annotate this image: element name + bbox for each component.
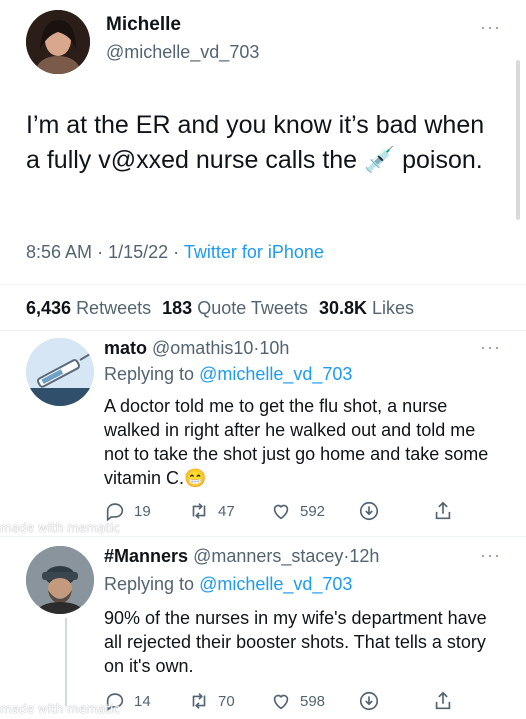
download-circle-icon [359, 501, 379, 521]
replying-prefix: Replying to [104, 574, 195, 594]
more-options-icon[interactable]: ··· [480, 18, 501, 36]
more-options-icon[interactable]: ··· [480, 338, 501, 356]
quotes-stat[interactable]: 183 Quote Tweets [162, 298, 313, 318]
replying-to-link[interactable]: @michelle_vd_703 [199, 364, 352, 384]
like-button[interactable]: 592 [270, 500, 325, 522]
download-button[interactable] [358, 690, 380, 712]
likes-label: Likes [372, 298, 415, 318]
reply-button[interactable]: 19 [104, 500, 151, 522]
tweet-text: I’m at the ER and you know it’s bad when… [26, 111, 485, 174]
reply-time[interactable]: 12h [349, 546, 379, 566]
retweet-icon [192, 693, 206, 709]
reply-count: 19 [134, 502, 151, 520]
divider [0, 330, 526, 331]
reply-author-name[interactable]: mato [104, 338, 147, 358]
replying-to: Replying to @michelle_vd_703 [104, 574, 352, 595]
tweet-meta: 8:56 AM · 1/15/22 · Twitter for iPhone [26, 242, 324, 263]
reply-header: mato @omathis10·10h [104, 338, 289, 359]
reply-icon [106, 503, 124, 522]
likes-stat[interactable]: 30.8K Likes [319, 298, 414, 318]
tweet-stats: 6,436 Retweets 183 Quote Tweets 30.8K Li… [26, 298, 414, 319]
reply-count: 14 [134, 692, 151, 710]
meta-separator: · [173, 242, 180, 262]
share-icon [435, 691, 451, 710]
replying-prefix: Replying to [104, 364, 195, 384]
retweets-label: Retweets [76, 298, 152, 318]
retweets-stat[interactable]: 6,436 Retweets [26, 298, 156, 318]
reply-header: #Manners @manners_stacey·12h [104, 546, 379, 567]
heart-icon [273, 504, 289, 520]
profile-photo-icon [26, 546, 94, 614]
share-button[interactable] [432, 690, 454, 712]
share-button[interactable] [432, 500, 454, 522]
likes-count: 30.8K [318, 298, 367, 318]
share-icon [435, 501, 451, 520]
avatar-mato[interactable] [26, 338, 94, 406]
retweet-button[interactable]: 47 [188, 500, 235, 522]
tweet-date: 1/15/22 [108, 242, 169, 262]
tweet-client-link[interactable]: Twitter for iPhone [184, 242, 324, 262]
thread-line [65, 618, 67, 706]
avatar-manners[interactable] [26, 546, 94, 614]
reply-author-handle[interactable]: @manners_stacey [193, 546, 343, 566]
tweet-time: 8:56 AM [26, 242, 93, 262]
scrollbar[interactable] [516, 60, 520, 220]
heart-icon [273, 694, 289, 710]
divider [0, 536, 526, 537]
like-count: 592 [300, 502, 326, 520]
author-name[interactable]: Michelle [106, 14, 181, 36]
syringe-photo-icon [26, 338, 94, 406]
retweets-count: 6,436 [26, 298, 72, 318]
retweet-icon [192, 503, 206, 519]
more-options-icon[interactable]: ··· [480, 546, 501, 564]
reply-text: 90% of the nurses in my wife's departmen… [104, 608, 487, 676]
reply-time[interactable]: 10h [259, 338, 289, 358]
watermark: made with mematic [0, 702, 120, 716]
quotes-label: Quote Tweets [197, 298, 308, 318]
download-button[interactable] [358, 500, 380, 522]
meta-separator: · [97, 242, 104, 262]
retweet-count: 47 [218, 502, 235, 520]
replying-to-link[interactable]: @michelle_vd_703 [199, 574, 352, 594]
replying-to: Replying to @michelle_vd_703 [104, 364, 352, 385]
retweet-button[interactable]: 70 [188, 690, 235, 712]
quotes-count: 183 [162, 298, 193, 318]
retweet-count: 70 [218, 692, 235, 710]
avatar-michelle[interactable] [26, 10, 90, 74]
profile-photo-icon [26, 10, 90, 74]
watermark: made with mematic [0, 521, 120, 535]
download-circle-icon [359, 691, 379, 711]
like-button[interactable]: 598 [270, 690, 325, 712]
reply-text: A doctor told me to get the flu shot, a … [104, 396, 489, 488]
like-count: 598 [300, 692, 326, 710]
reply-author-handle[interactable]: @omathis10 [152, 338, 253, 358]
author-handle[interactable]: @michelle_vd_703 [106, 42, 259, 63]
reply-author-name[interactable]: #Manners [104, 546, 188, 566]
divider [0, 284, 526, 285]
